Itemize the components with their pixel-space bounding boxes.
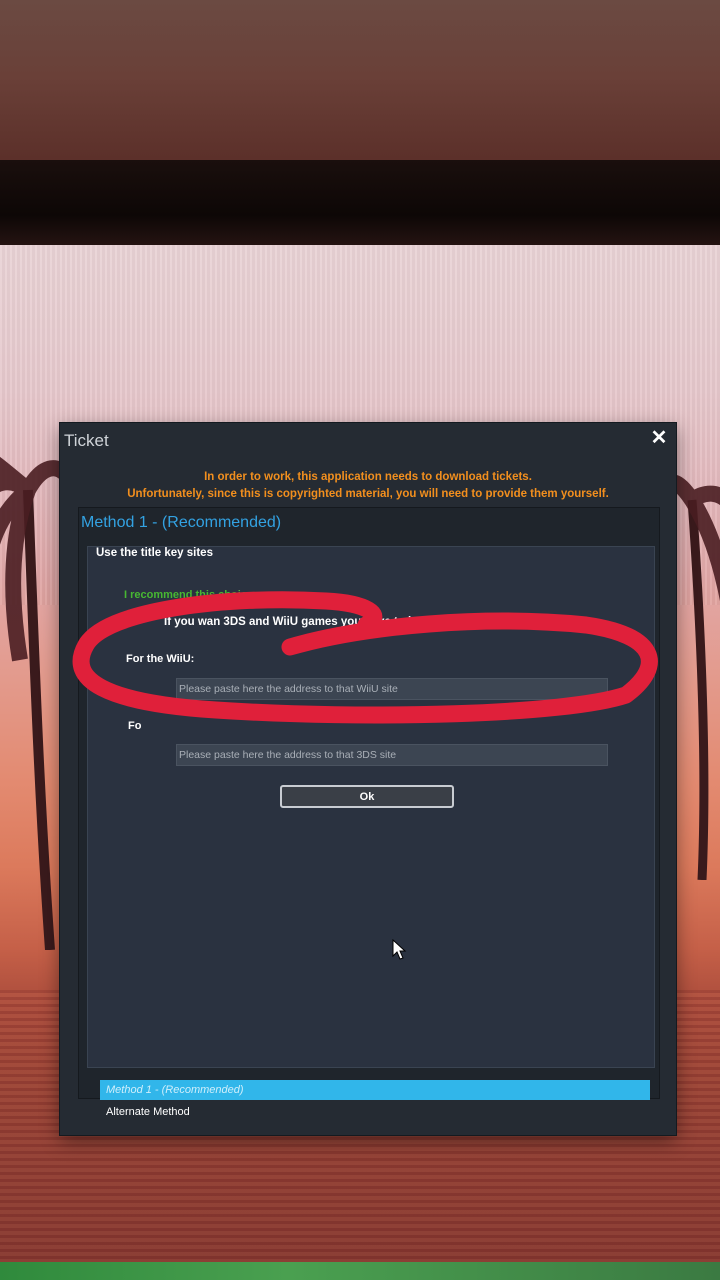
notice-line-1: In order to work, this application needs… [204, 471, 532, 483]
tab-method-1[interactable]: Method 1 - (Recommended) [100, 1080, 650, 1100]
wiiu-url-input[interactable] [176, 678, 608, 700]
tab-alternate-method[interactable]: Alternate Method [100, 1102, 650, 1122]
instruction-text: If you wan 3DS and WiiU games you have t… [164, 616, 492, 628]
window-title: Ticket [64, 431, 109, 450]
recommend-text: I recommend this choice. [124, 589, 257, 601]
title-bar: Ticket ✕ [60, 423, 676, 461]
3ds-label: Fo [128, 720, 142, 732]
wall-background [0, 0, 720, 170]
method-panel: Method 1 - (Recommended) Use the title k… [78, 507, 660, 1099]
monitor-bezel [0, 160, 720, 252]
mouse-cursor-icon [392, 939, 407, 960]
desk-edge [0, 1262, 720, 1280]
method-header: Method 1 - (Recommended) [81, 514, 282, 531]
close-icon[interactable]: ✕ [646, 425, 672, 451]
notice-line-2: Unfortunately, since this is copyrighted… [127, 488, 609, 500]
wiiu-label: For the WiiU: [126, 653, 195, 665]
ticket-dialog: Ticket ✕ In order to work, this applicat… [60, 423, 676, 1135]
method-tab-list: Method 1 - (Recommended) Alternate Metho… [100, 1080, 650, 1130]
3ds-url-input[interactable] [176, 744, 608, 766]
notice-text: In order to work, this application needs… [60, 469, 676, 503]
title-key-group: Use the title key sites I recommend this… [87, 546, 655, 1068]
ok-button[interactable]: Ok [280, 785, 454, 808]
group-title: Use the title key sites [96, 547, 213, 559]
